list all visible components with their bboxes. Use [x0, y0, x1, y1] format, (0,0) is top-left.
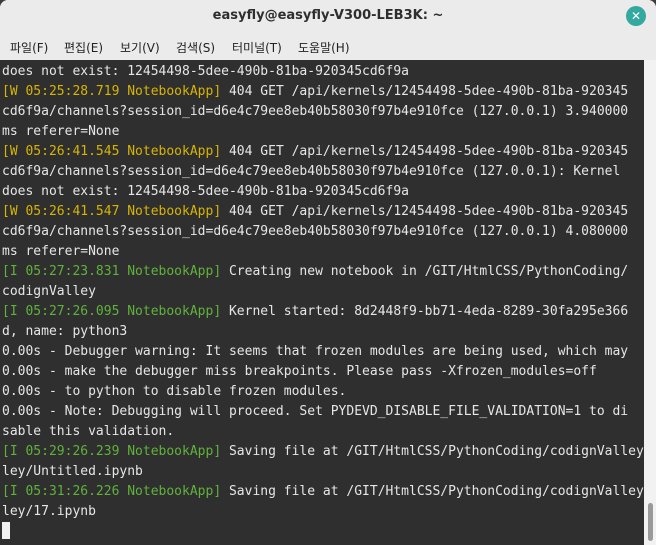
output-text: ms referer=None [2, 244, 120, 259]
log-prefix: [I 05:27:26.095 NotebookApp] [2, 304, 222, 319]
output-text: cd6f9a/channels?session_id=d6e4c79ee8eb4… [2, 164, 621, 179]
terminal-line: cd6f9a/channels?session_id=d6e4c79ee8eb4… [2, 162, 620, 182]
output-text: does not exist: 12454498-5dee-490b-81ba-… [2, 184, 409, 199]
log-prefix: [W 05:26:41.547 NotebookApp] [2, 204, 222, 219]
terminal-line: [W 05:25:28.719 NotebookApp] 404 GET /ap… [2, 82, 628, 102]
terminal-line: cd6f9a/channels?session_id=d6e4c79ee8eb4… [2, 222, 628, 242]
terminal-line: 0.00s - make the debugger miss breakpoin… [2, 362, 597, 382]
terminal-output[interactable]: does not exist: 12454498-5dee-490b-81ba-… [0, 60, 652, 545]
terminal-line: [W 05:26:41.545 NotebookApp] 404 GET /ap… [2, 142, 628, 162]
window-title: easyfly@easyfly-V300-LEB3K: ~ [212, 8, 444, 23]
output-text: Creating new notebook in /GIT/HtmlCSS/Py… [221, 264, 629, 279]
output-text: Saving file at /GIT/HtmlCSS/PythonCoding… [221, 484, 652, 499]
terminal-line: codignValley [2, 282, 96, 302]
output-text: cd6f9a/channels?session_id=d6e4c79ee8eb4… [2, 104, 629, 119]
output-text: 404 GET /api/kernels/12454498-5dee-490b-… [221, 84, 629, 99]
terminal-line: 0.00s - to python to disable frozen modu… [2, 382, 346, 402]
output-text: Saving file at /GIT/HtmlCSS/PythonCoding… [221, 444, 652, 459]
terminal-line: ley/17.ipynb [2, 502, 96, 522]
output-text: 0.00s - Note: Debugging will proceed. Se… [2, 404, 629, 419]
scrollbar[interactable] [644, 60, 656, 545]
title-bar[interactable]: easyfly@easyfly-V300-LEB3K: ~ ✕ [0, 0, 656, 33]
terminal-line: does not exist: 12454498-5dee-490b-81ba-… [2, 182, 409, 202]
text-cursor [2, 522, 10, 539]
output-text: sable this validation. [2, 424, 175, 439]
output-text: codignValley [2, 284, 96, 299]
scrollbar-thumb[interactable] [648, 503, 653, 541]
log-prefix: [I 05:31:26.226 NotebookApp] [2, 484, 222, 499]
terminal-line: [I 05:27:23.831 NotebookApp] Creating ne… [2, 262, 628, 282]
output-text: Kernel started: 8d2448f9-bb71-4eda-8289-… [221, 304, 629, 319]
menu-help[interactable]: 도움말(H) [298, 39, 350, 56]
output-text: 404 GET /api/kernels/12454498-5dee-490b-… [221, 204, 629, 219]
log-prefix: [I 05:27:23.831 NotebookApp] [2, 264, 222, 279]
menu-bar: 파일(F) 편집(E) 보기(V) 검색(S) 터미널(T) 도움말(H) [0, 33, 656, 60]
menu-view[interactable]: 보기(V) [120, 39, 160, 56]
terminal-line: sable this validation. [2, 422, 174, 442]
menu-edit[interactable]: 편집(E) [64, 39, 103, 56]
terminal-line: 0.00s - Note: Debugging will proceed. Se… [2, 402, 628, 422]
menu-search[interactable]: 검색(S) [176, 39, 215, 56]
log-prefix: [W 05:26:41.545 NotebookApp] [2, 144, 222, 159]
output-text: does not exist: 12454498-5dee-490b-81ba-… [2, 64, 409, 79]
terminal-line: [I 05:29:26.239 NotebookApp] Saving file… [2, 442, 652, 462]
close-icon: ✕ [630, 9, 642, 23]
terminal-line: ms referer=None [2, 242, 119, 262]
log-prefix: [I 05:29:26.239 NotebookApp] [2, 444, 222, 459]
output-text: ley/17.ipynb [2, 504, 96, 519]
terminal-line: [I 05:31:26.226 NotebookApp] Saving file… [2, 482, 652, 502]
terminal-line: [I 05:27:26.095 NotebookApp] Kernel star… [2, 302, 628, 322]
menu-file[interactable]: 파일(F) [10, 39, 48, 56]
terminal-line: ley/Untitled.ipynb [2, 462, 143, 482]
output-text: d, name: python3 [2, 324, 128, 339]
terminal-line: [W 05:26:41.547 NotebookApp] 404 GET /ap… [2, 202, 628, 222]
output-text: cd6f9a/channels?session_id=d6e4c79ee8eb4… [2, 224, 629, 239]
output-text: 0.00s - to python to disable frozen modu… [2, 384, 347, 399]
terminal-line: d, name: python3 [2, 322, 127, 342]
terminal-window: easyfly@easyfly-V300-LEB3K: ~ ✕ 파일(F) 편집… [0, 0, 656, 545]
terminal-line: cd6f9a/channels?session_id=d6e4c79ee8eb4… [2, 102, 628, 122]
terminal-line: 0.00s - Debugger warning: It seems that … [2, 342, 628, 362]
output-text: 404 GET /api/kernels/12454498-5dee-490b-… [221, 144, 629, 159]
terminal-line: ms referer=None [2, 122, 119, 142]
close-button[interactable]: ✕ [626, 6, 646, 26]
terminal-line: does not exist: 12454498-5dee-490b-81ba-… [2, 62, 409, 82]
log-prefix: [W 05:25:28.719 NotebookApp] [2, 84, 222, 99]
output-text: 0.00s - make the debugger miss breakpoin… [2, 364, 597, 379]
output-text: ms referer=None [2, 124, 120, 139]
output-text: 0.00s - Debugger warning: It seems that … [2, 344, 629, 359]
output-text: ley/Untitled.ipynb [2, 464, 143, 479]
menu-terminal[interactable]: 터미널(T) [232, 39, 282, 56]
